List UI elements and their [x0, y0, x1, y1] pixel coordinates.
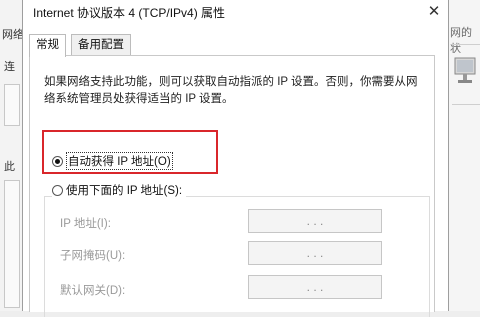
auto-ip-label[interactable]: 自动获得 IP 地址(O)	[66, 152, 173, 170]
background-label-this: 此	[4, 161, 15, 173]
auto-ip-option[interactable]: 自动获得 IP 地址(O)	[52, 152, 173, 170]
background-divider	[452, 44, 480, 45]
tab-alternate-configuration[interactable]: 备用配置	[71, 34, 131, 55]
background-panel	[4, 84, 20, 126]
background-divider	[452, 104, 480, 105]
subnet-mask-label: 子网掩码(U):	[60, 250, 126, 262]
manual-ip-radio[interactable]	[52, 184, 63, 196]
dialog-title: Internet 协议版本 4 (TCP/IPv4) 属性	[33, 6, 226, 20]
auto-ip-radio[interactable]	[52, 155, 63, 167]
background-label-connect: 连	[4, 61, 15, 73]
monitor-icon	[453, 56, 477, 90]
tab-general[interactable]: 常规	[29, 34, 66, 57]
close-button[interactable]: ✕	[423, 2, 445, 22]
default-gateway-field[interactable]: . . .	[248, 275, 382, 299]
general-tab-panel: 如果网络支持此功能，则可以获取自动指派的 IP 设置。否则，你需要从网络系统管理…	[29, 55, 435, 317]
manual-ip-option[interactable]: 使用下面的 IP 地址(S):	[52, 182, 187, 198]
ip-address-label: IP 地址(I):	[60, 218, 111, 230]
tcpip-properties-dialog: Internet 协议版本 4 (TCP/IPv4) 属性 ✕ 常规 备用配置 …	[22, 0, 449, 317]
ip-address-field[interactable]: . . .	[248, 209, 382, 233]
background-label-status: 网的状	[450, 27, 472, 55]
background-list	[4, 180, 20, 308]
description-text: 如果网络支持此功能，则可以获取自动指派的 IP 设置。否则，你需要从网络系统管理…	[44, 76, 418, 105]
default-gateway-label: 默认网关(D):	[60, 285, 126, 297]
title-bar[interactable]: Internet 协议版本 4 (TCP/IPv4) 属性 ✕	[23, 0, 448, 24]
manual-ip-label[interactable]: 使用下面的 IP 地址(S):	[66, 182, 182, 198]
tab-strip: 常规 备用配置	[23, 34, 448, 57]
subnet-mask-field[interactable]: . . .	[248, 241, 382, 265]
background-label-network: 网络	[2, 29, 24, 41]
